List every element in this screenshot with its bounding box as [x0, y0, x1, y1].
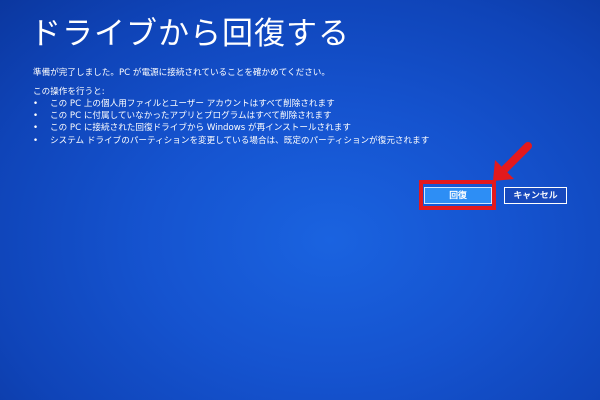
bullet-icon: • — [33, 123, 39, 134]
list-item-text: この PC に接続された回復ドライブから Windows が再インストールされま… — [50, 123, 351, 134]
bullet-icon: • — [33, 135, 39, 146]
list-item: • システム ドライブのパーティションを変更している場合は、既定のパーティション… — [33, 135, 429, 147]
cancel-button[interactable]: キャンセル — [504, 187, 567, 204]
list-item-text: システム ドライブのパーティションを変更している場合は、既定のパーティションが復… — [50, 135, 430, 146]
consequences-list: • この PC 上の個人用ファイルとユーザー アカウントはすべて削除されます •… — [33, 98, 429, 147]
list-item: • この PC に付属していなかったアプリとプログラムはすべて削除されます — [33, 110, 429, 122]
bullet-icon: • — [33, 99, 39, 109]
list-item: • この PC 上の個人用ファイルとユーザー アカウントはすべて削除されます — [33, 98, 429, 110]
ready-message: 準備が完了しました。PC が電源に接続されていることを確かめてください。 — [33, 68, 330, 78]
page-title: ドライブから回復する — [30, 16, 350, 52]
recovery-screen: ドライブから回復する 準備が完了しました。PC が電源に接続されていることを確か… — [0, 0, 600, 400]
list-item-text: この PC 上の個人用ファイルとユーザー アカウントはすべて削除されます — [50, 99, 335, 109]
highlight-box — [419, 180, 496, 210]
list-item-text: この PC に付属していなかったアプリとプログラムはすべて削除されます — [50, 111, 332, 122]
red-arrow-icon — [493, 142, 532, 181]
list-item: • この PC に接続された回復ドライブから Windows が再インストールさ… — [33, 122, 429, 134]
consequences-heading: この操作を行うと: — [33, 87, 105, 97]
bullet-icon: • — [33, 111, 39, 122]
